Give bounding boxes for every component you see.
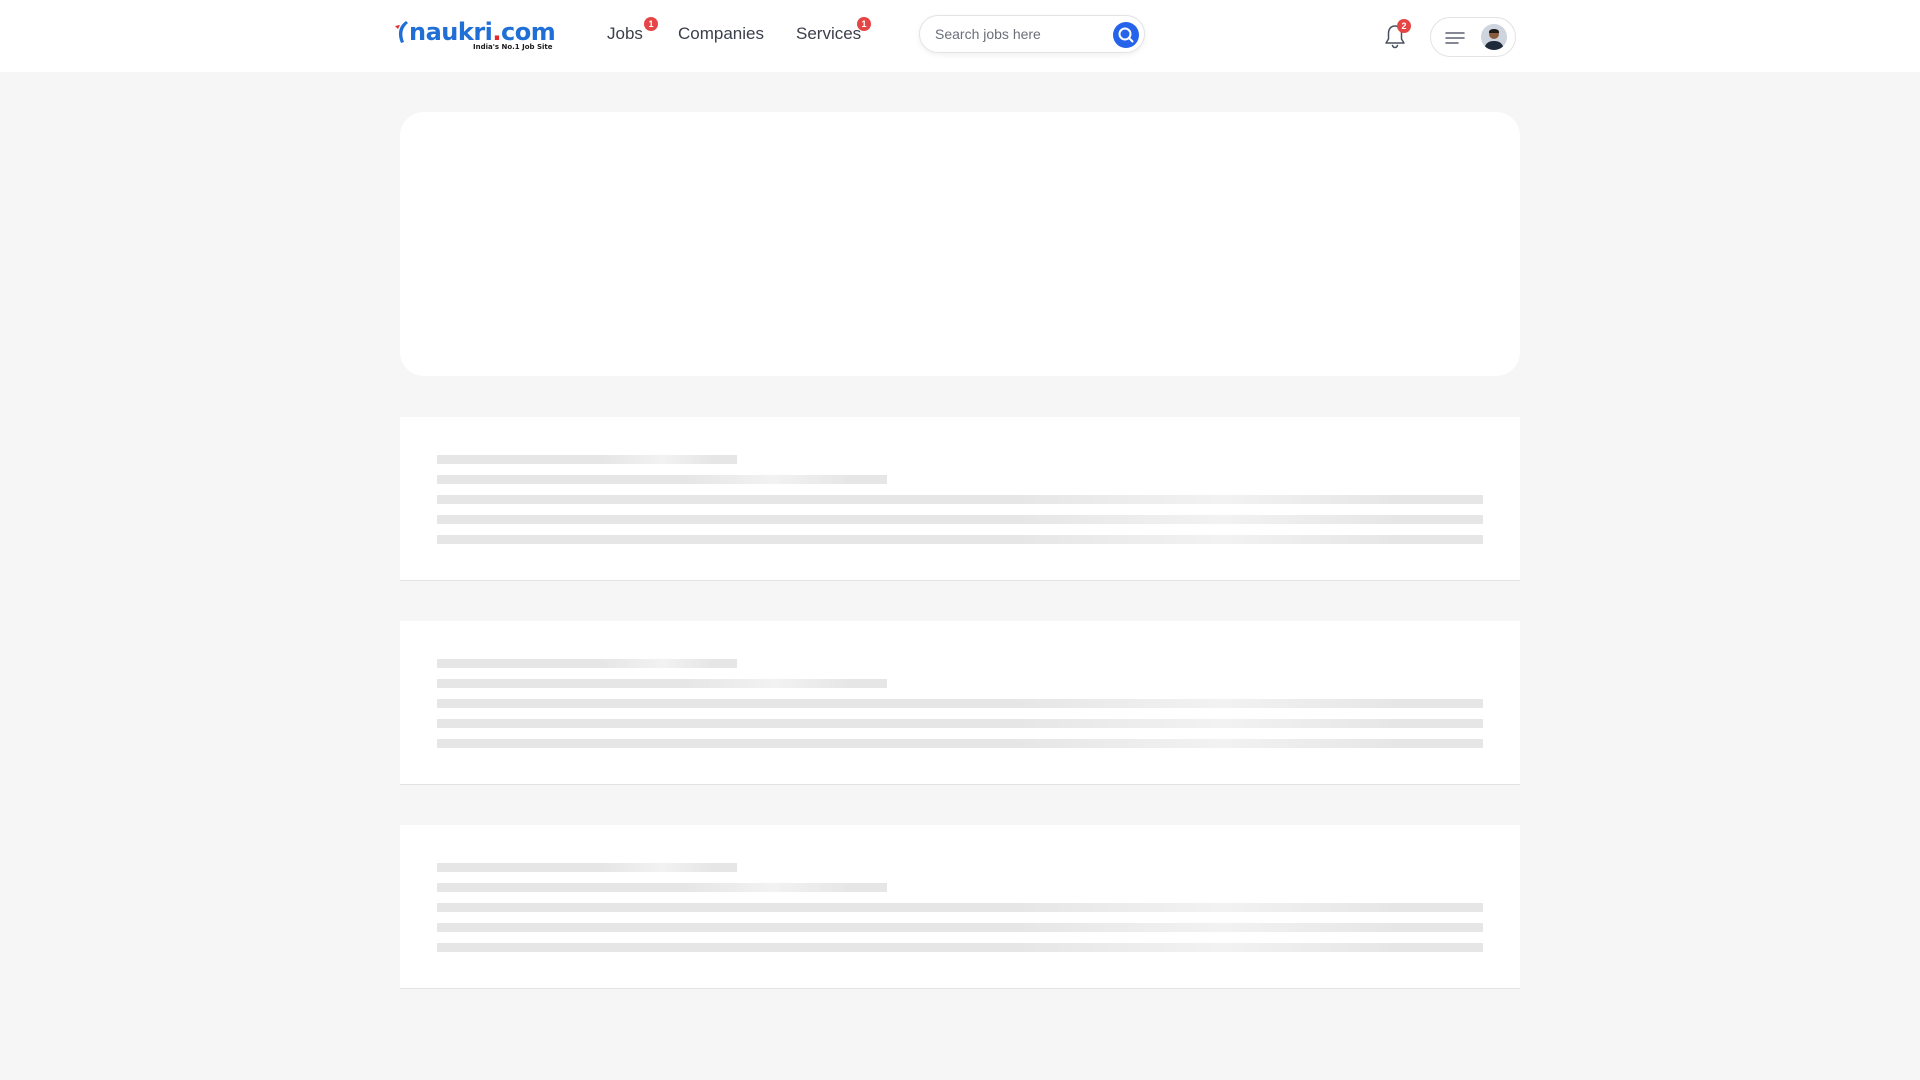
logo-wordmark: naukri.com — [409, 18, 556, 46]
skeleton-text-line — [437, 739, 1483, 748]
skeleton-text-line — [437, 515, 1483, 524]
avatar-person-icon — [1481, 24, 1507, 50]
skeleton-text-line — [437, 943, 1483, 952]
search-input[interactable] — [935, 24, 1095, 44]
skeleton-title-line — [437, 659, 737, 668]
profile-menu-button[interactable] — [1430, 17, 1516, 57]
nav-jobs-badge: 1 — [644, 17, 658, 31]
logo-swoosh-icon — [395, 21, 408, 43]
skeleton-text-line — [437, 719, 1483, 728]
hamburger-icon — [1445, 32, 1465, 44]
top-navigation-bar: naukri.com India's No.1 Job Site Jobs 1 … — [0, 0, 1920, 72]
skeleton-text-line — [437, 535, 1483, 544]
skeleton-text-line — [437, 495, 1483, 504]
nav-jobs-label: Jobs — [607, 24, 643, 43]
search-bar — [919, 15, 1145, 53]
skeleton-subtitle-line — [437, 883, 887, 892]
user-avatar[interactable] — [1481, 24, 1507, 50]
skeleton-title-line — [437, 455, 737, 464]
skeleton-text-line — [437, 923, 1483, 932]
search-icon — [1118, 27, 1134, 43]
skeleton-card — [400, 417, 1520, 581]
skeleton-subtitle-line — [437, 475, 887, 484]
notifications-button[interactable]: 2 — [1382, 19, 1411, 50]
skeleton-subtitle-line — [437, 679, 887, 688]
nav-companies-label: Companies — [678, 24, 764, 43]
skeleton-card — [400, 825, 1520, 989]
skeleton-text-line — [437, 903, 1483, 912]
skeleton-title-line — [437, 863, 737, 872]
skeleton-text-line — [437, 699, 1483, 708]
search-button[interactable] — [1113, 22, 1139, 48]
nav-companies[interactable]: Companies — [678, 22, 764, 46]
logo-tagline: India's No.1 Job Site — [473, 43, 553, 51]
nav-jobs[interactable]: Jobs 1 — [607, 17, 658, 46]
nav-services[interactable]: Services 1 — [796, 17, 871, 46]
nav-services-label: Services — [796, 24, 862, 43]
hero-card-placeholder — [400, 112, 1520, 376]
notification-count-badge: 2 — [1397, 19, 1411, 33]
nav-services-badge: 1 — [857, 17, 871, 31]
naukri-logo[interactable]: naukri.com India's No.1 Job Site — [395, 18, 556, 52]
skeleton-card — [400, 621, 1520, 785]
